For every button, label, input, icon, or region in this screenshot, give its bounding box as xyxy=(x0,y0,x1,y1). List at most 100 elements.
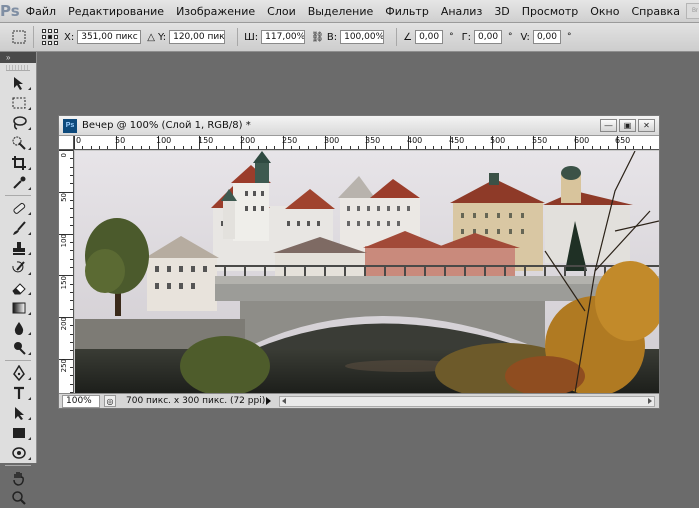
document-size-info: 700 пикс. x 300 пикс. (72 ppi) xyxy=(126,396,266,406)
eraser-tool[interactable] xyxy=(0,278,37,298)
tools-panel: » xyxy=(0,52,37,505)
canvas-area[interactable] xyxy=(75,151,659,393)
status-menu-arrow-icon[interactable] xyxy=(266,397,271,405)
options-bar: ▾ X: 351,00 пикс △ Y: 120,00 пикс Ш: 117… xyxy=(0,23,699,52)
ruler-v-label: 200 xyxy=(60,317,68,331)
document-title-bar[interactable]: Ps Вечер @ 100% (Слой 1, RGB/8) * — ▣ ✕ xyxy=(59,116,659,136)
brush-tool[interactable] xyxy=(0,218,37,238)
document-title: Вечер @ 100% (Слой 1, RGB/8) * xyxy=(82,120,251,131)
menu-view[interactable]: Просмотр xyxy=(516,5,584,18)
pen-tool[interactable] xyxy=(0,363,37,383)
menu-layers[interactable]: Слои xyxy=(261,5,302,18)
move-tool-preset-icon[interactable]: ▾ xyxy=(4,26,34,48)
vskew-unit: ° xyxy=(566,32,572,42)
crop-tool[interactable] xyxy=(0,153,37,173)
3d-rotate-icon xyxy=(11,447,26,459)
zoom-level-field[interactable]: 100% xyxy=(62,394,100,408)
zoom-tool[interactable] xyxy=(0,488,37,508)
ruler-h-label: 250 xyxy=(282,136,298,145)
tools-panel-grip[interactable] xyxy=(6,65,30,71)
menu-select[interactable]: Выделение xyxy=(302,5,380,18)
move-tool[interactable] xyxy=(0,73,37,93)
bandage-icon xyxy=(12,202,25,214)
ruler-h-label: 150 xyxy=(198,136,214,145)
menu-3d[interactable]: 3D xyxy=(488,5,515,18)
shape-tool[interactable] xyxy=(0,423,37,443)
reference-point-grid[interactable] xyxy=(42,29,58,45)
type-icon xyxy=(13,386,24,399)
dodge-icon xyxy=(13,342,26,355)
gradient-tool[interactable] xyxy=(0,298,37,318)
quick-selection-tool[interactable] xyxy=(0,133,37,153)
tools-panel-header[interactable]: » xyxy=(0,52,36,63)
hand-tool[interactable] xyxy=(0,468,37,488)
brush-icon xyxy=(12,221,26,235)
vertical-ruler[interactable]: 0 50 100 150 200 250 xyxy=(59,150,74,393)
horizontal-scrollbar[interactable] xyxy=(279,395,655,407)
ruler-h-label: 400 xyxy=(407,136,423,145)
y-label: Y: xyxy=(157,31,167,43)
healing-brush-tool[interactable] xyxy=(0,198,37,218)
y-field[interactable]: 120,00 пикс xyxy=(169,30,226,44)
menu-edit[interactable]: Редактирование xyxy=(62,5,170,18)
lasso-tool[interactable] xyxy=(0,113,37,133)
ruler-v-label: 0 xyxy=(60,153,68,158)
blur-tool[interactable] xyxy=(0,318,37,338)
quick-selection-icon xyxy=(12,136,26,150)
vskew-label: V: xyxy=(520,31,530,43)
ruler-h-label: 100 xyxy=(156,136,172,145)
ruler-v-label: 150 xyxy=(60,276,68,290)
ruler-h-label: 600 xyxy=(574,136,590,145)
history-brush-tool[interactable] xyxy=(0,258,37,278)
link-icon[interactable]: ⛓ xyxy=(311,32,324,43)
ruler-origin[interactable] xyxy=(59,136,74,150)
menu-analysis[interactable]: Анализ xyxy=(435,5,489,18)
menu-help[interactable]: Справка xyxy=(625,5,685,18)
ruler-h-label: 550 xyxy=(532,136,548,145)
rect-marquee-icon xyxy=(12,97,25,109)
status-info-icon[interactable]: ◎ xyxy=(104,395,116,407)
width-field[interactable]: 117,00% xyxy=(261,30,306,44)
ruler-v-label: 250 xyxy=(60,359,68,373)
x-field[interactable]: 351,00 пикс xyxy=(77,30,142,44)
horizontal-ruler[interactable]: 0 50 100 150 200 250 300 350 400 450 500… xyxy=(74,136,659,150)
ruler-h-label: 0 xyxy=(76,136,82,145)
window-controls: — ▣ ✕ xyxy=(600,119,659,132)
relative-position-icon[interactable]: △ xyxy=(147,32,155,43)
eyedropper-tool[interactable] xyxy=(0,173,37,193)
menu-right-group: Br Mb xyxy=(685,3,699,19)
menu-window[interactable]: Окно xyxy=(584,5,625,18)
path-selection-tool[interactable] xyxy=(0,403,37,423)
restore-button[interactable]: ▣ xyxy=(619,119,636,132)
type-tool[interactable] xyxy=(0,383,37,403)
zoom-icon xyxy=(11,491,26,505)
angle-unit: ° xyxy=(449,32,454,42)
angle-field[interactable]: 0,00 xyxy=(415,30,444,44)
dodge-tool[interactable] xyxy=(0,338,37,358)
clone-stamp-tool[interactable] xyxy=(0,238,37,258)
bridge-button[interactable]: Br xyxy=(685,3,699,19)
3d-rotate-tool[interactable] xyxy=(0,443,37,463)
gradient-icon xyxy=(12,302,25,314)
document-window[interactable]: Ps Вечер @ 100% (Слой 1, RGB/8) * — ▣ ✕ … xyxy=(58,115,660,409)
minimize-button[interactable]: — xyxy=(600,119,617,132)
vskew-field[interactable]: 0,00 xyxy=(532,30,561,44)
x-label: X: xyxy=(64,31,75,43)
close-button[interactable]: ✕ xyxy=(638,119,655,132)
menu-file[interactable]: Файл xyxy=(20,5,62,18)
height-field[interactable]: 100,00% xyxy=(340,30,385,44)
hskew-field[interactable]: 0,00 xyxy=(474,30,503,44)
ruler-h-label: 450 xyxy=(449,136,465,145)
menu-filter[interactable]: Фильтр xyxy=(379,5,435,18)
move-icon xyxy=(13,77,23,90)
ruler-v-label: 50 xyxy=(60,193,68,202)
hskew-label: Г: xyxy=(461,31,472,43)
scroll-left-icon xyxy=(282,397,286,404)
menu-image[interactable]: Изображение xyxy=(170,5,261,18)
ruler-h-label: 500 xyxy=(490,136,506,145)
ruler-h-label: 350 xyxy=(365,136,381,145)
marquee-tool[interactable] xyxy=(0,93,37,113)
path-selection-icon xyxy=(14,407,24,420)
photo-canvas[interactable] xyxy=(75,151,659,393)
ruler-h-label: 300 xyxy=(324,136,340,145)
